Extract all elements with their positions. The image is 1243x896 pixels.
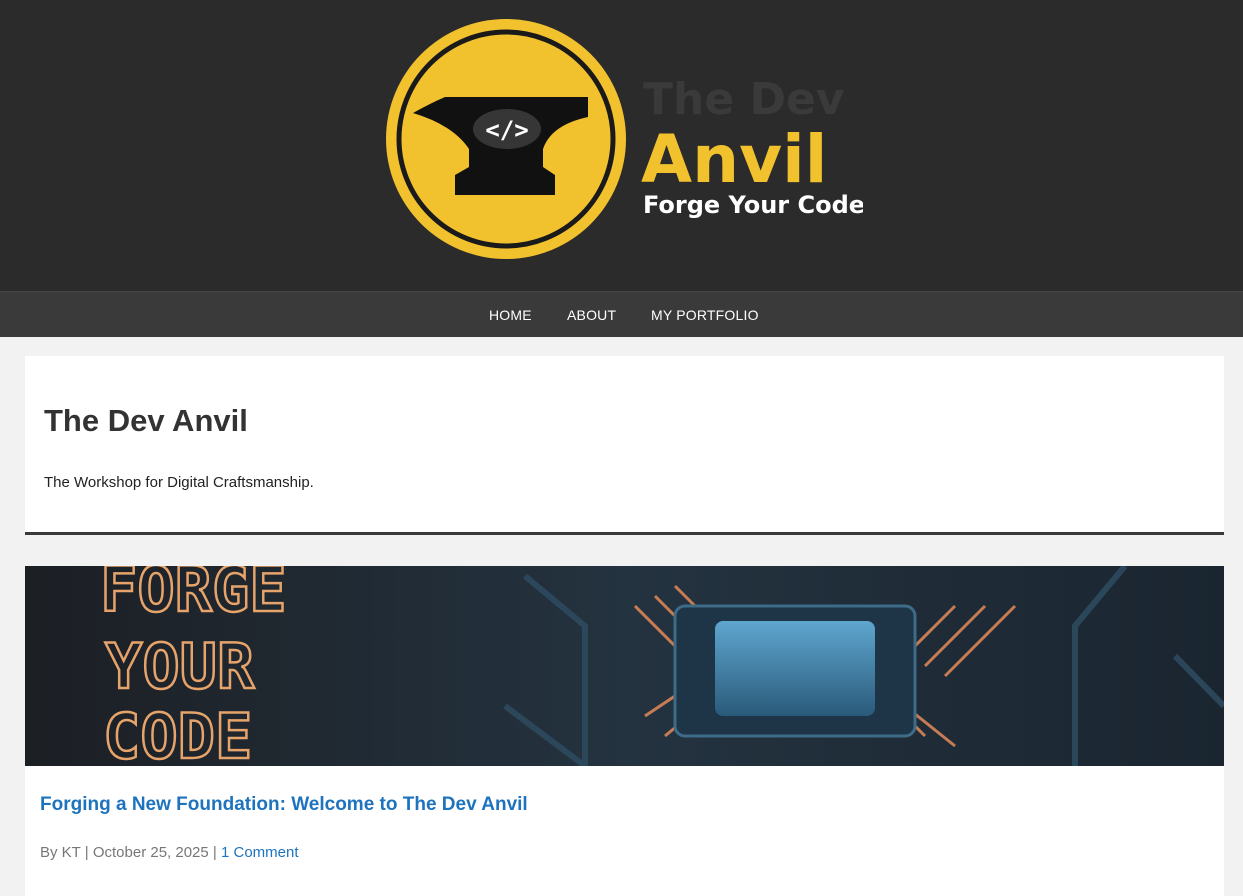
post-author: By KT [40,844,81,861]
site-logo[interactable]: </> The Dev Anvil Forge Your Code. [383,17,863,261]
logo-brand-line2: Anvil [641,121,827,198]
overlay-line-1: FORGE [100,566,287,626]
site-branding-card: The Dev Anvil The Workshop for Digital C… [25,356,1224,535]
svg-text:</>: </> [485,116,528,144]
logo-slogan: Forge Your Code. [643,191,863,219]
meta-separator: | [212,844,217,861]
site-header: </> The Dev Anvil Forge Your Code. [0,0,1243,291]
post-featured-image[interactable]: FORGE YOUR CODE [25,566,1224,766]
nav-item-about[interactable]: ABOUT [567,307,616,323]
meta-separator: | [84,844,89,861]
site-title: The Dev Anvil [44,403,248,438]
nav-item-home[interactable]: HOME [489,307,532,323]
nav-item-my-portfolio[interactable]: MY PORTFOLIO [651,307,759,323]
logo-brand-line1: The Dev [643,74,845,125]
overlay-line-3: CODE [103,700,252,766]
main-nav: HOME ABOUT MY PORTFOLIO [0,291,1243,337]
overlay-line-2: YOUR [105,630,255,703]
post-date: October 25, 2025 [92,844,209,861]
post-card: FORGE YOUR CODE Forging a New Foundation… [25,566,1224,896]
post-meta: By KT | October 25, 2025 | 1 Comment [40,844,299,861]
post-title-link[interactable]: Forging a New Foundation: Welcome to The… [40,794,528,816]
post-comments-link[interactable]: 1 Comment [221,844,299,861]
site-tagline: The Workshop for Digital Craftsmanship. [44,474,314,491]
